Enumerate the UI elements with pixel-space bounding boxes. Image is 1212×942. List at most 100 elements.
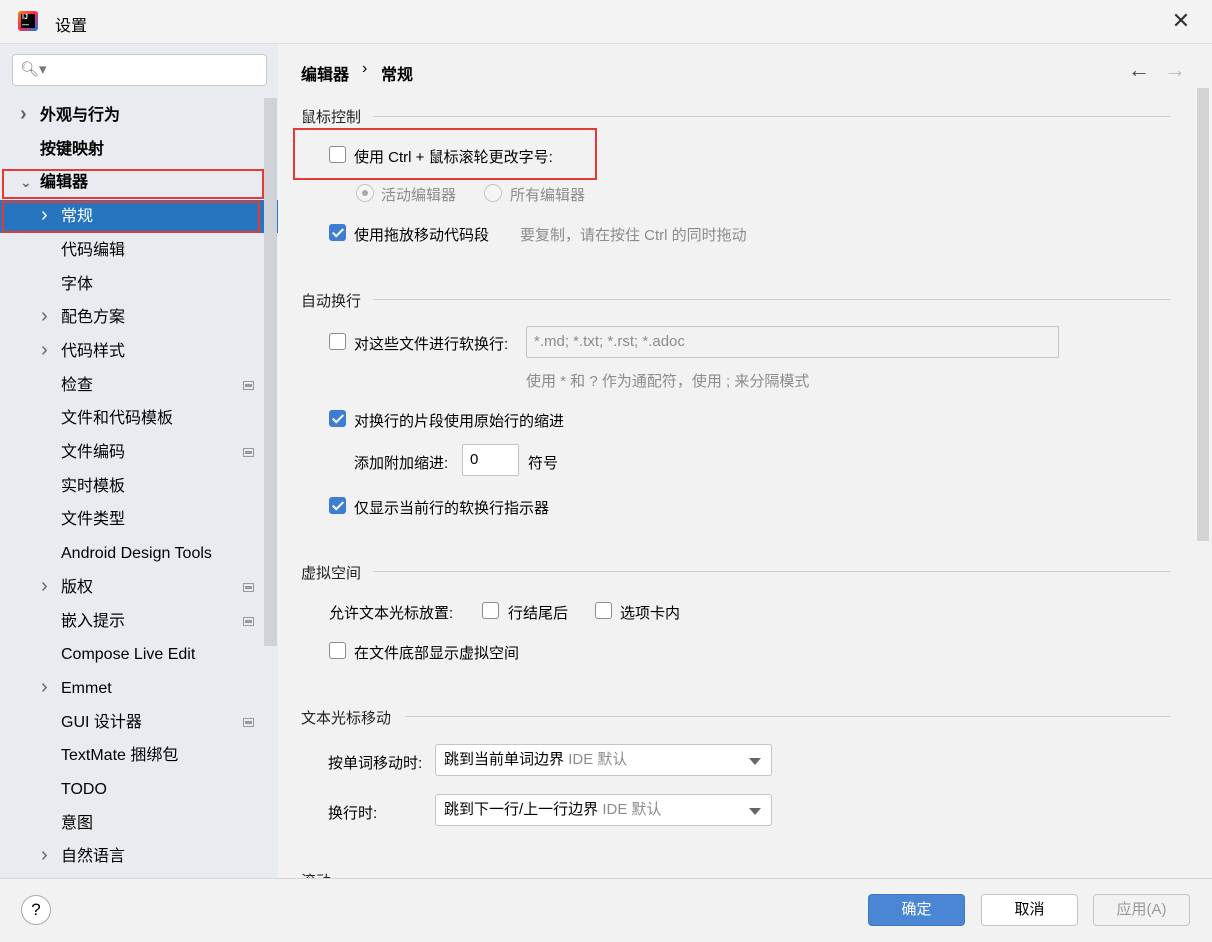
sidebar-item-label: 外观与行为: [40, 107, 121, 124]
radio-active-label: 活动编辑器: [381, 187, 457, 204]
project-scope-icon: [243, 448, 254, 457]
cancel-button[interactable]: 取消: [981, 894, 1078, 926]
sidebar-item-label: 代码样式: [61, 342, 126, 360]
window-title: 设置: [55, 18, 88, 35]
sidebar-item[interactable]: 按键映射: [0, 133, 264, 166]
show-bottom-label: 在文件底部显示虚拟空间: [354, 645, 520, 662]
chevron-right-icon[interactable]: ›: [41, 200, 48, 231]
drag-drop-label: 使用拖放移动代码段: [354, 227, 490, 244]
sidebar-item[interactable]: › 配色方案: [0, 301, 264, 334]
word-move-select[interactable]: 跳到当前单词边界 IDE 默认: [435, 744, 772, 776]
main-scrollbar[interactable]: [1197, 88, 1209, 541]
sidebar-item-label: 文件和代码模板: [61, 410, 174, 428]
close-icon[interactable]: ✕: [1168, 8, 1194, 34]
divider: [405, 716, 1170, 717]
sidebar-item-label: 配色方案: [61, 309, 126, 327]
sidebar-item[interactable]: › 外观与行为: [0, 99, 264, 132]
section-title-softwrap: 自动换行: [301, 293, 362, 310]
radio-all-editors[interactable]: [484, 184, 502, 202]
sidebar-item-label: 检查: [61, 376, 94, 394]
soft-wrap-files-checkbox[interactable]: [329, 333, 346, 350]
original-indent-checkbox[interactable]: [329, 410, 346, 427]
chevron-down-icon[interactable]: ⌄: [20, 166, 32, 199]
original-indent-label: 对换行的片段使用原始行的缩进: [354, 413, 565, 430]
sidebar-item[interactable]: 文件编码: [0, 436, 264, 469]
forward-arrow-icon[interactable]: →: [1164, 57, 1186, 83]
sidebar-item-label: 文件编码: [61, 444, 126, 461]
sidebar-item-label: 嵌入提示: [61, 612, 126, 630]
chevron-right-icon[interactable]: ›: [41, 301, 48, 332]
sidebar-item-label: 常规: [61, 208, 94, 226]
sidebar-item-label: 版权: [61, 578, 94, 596]
extra-indent-input[interactable]: 0: [462, 444, 519, 476]
sidebar-item[interactable]: Compose Live Edit: [0, 638, 264, 671]
sidebar-item[interactable]: GUI 设计器: [0, 706, 264, 739]
end-of-line-label: 行结尾后: [508, 605, 569, 622]
search-icon: 🔍︎▾: [20, 61, 47, 78]
soft-wrap-files-input[interactable]: *.md; *.txt; *.rst; *.adoc: [526, 326, 1059, 358]
breadcrumb-parent[interactable]: 编辑器: [301, 61, 349, 85]
line-move-select[interactable]: 跳到下一行/上一行边界 IDE 默认: [435, 794, 772, 826]
drag-drop-checkbox[interactable]: [329, 224, 346, 241]
sidebar-item-label: GUI 设计器: [61, 713, 142, 731]
chevron-right-icon[interactable]: ›: [20, 99, 27, 130]
sidebar-item[interactable]: 嵌入提示: [0, 605, 264, 638]
dropdown-arrow-icon: [749, 808, 761, 815]
sidebar-item[interactable]: › 版权: [0, 571, 264, 604]
sidebar-item-label: 字体: [61, 275, 94, 293]
chevron-right-icon[interactable]: ›: [41, 571, 48, 602]
search-input[interactable]: 🔍︎▾: [12, 54, 267, 86]
intellij-logo-icon: IJ —: [18, 11, 38, 31]
sidebar-item[interactable]: 文件和代码模板: [0, 402, 264, 435]
sidebar-item[interactable]: 检查: [0, 369, 264, 402]
chevron-right-icon[interactable]: ›: [41, 335, 48, 366]
sidebar-item-label: Emmet: [61, 679, 112, 697]
end-of-line-checkbox[interactable]: [482, 602, 499, 619]
sidebar-item-label: 实时模板: [61, 477, 126, 495]
ctrl-wheel-checkbox[interactable]: [329, 146, 346, 163]
radio-all-label: 所有编辑器: [510, 187, 586, 204]
sidebar-item-label: 文件类型: [61, 511, 126, 529]
breadcrumb-current: 常规: [381, 67, 414, 84]
inside-tabs-label: 选项卡内: [620, 605, 681, 622]
inside-tabs-checkbox[interactable]: [595, 602, 612, 619]
chevron-right-icon[interactable]: ›: [41, 840, 48, 871]
sidebar-item[interactable]: Android Design Tools: [0, 537, 264, 570]
soft-wrap-files-label: 对这些文件进行软换行:: [354, 336, 509, 353]
sidebar-item-label: 编辑器: [40, 174, 89, 192]
sidebar-item[interactable]: 实时模板: [0, 470, 264, 503]
sidebar-item[interactable]: TODO: [0, 773, 264, 806]
show-bottom-checkbox[interactable]: [329, 642, 346, 659]
sidebar-item[interactable]: 字体: [0, 268, 264, 301]
line-move-default-hint: IDE 默认: [602, 801, 662, 818]
current-line-only-checkbox[interactable]: [329, 497, 346, 514]
sidebar-item-label: Android Design Tools: [61, 545, 212, 563]
sidebar-item[interactable]: TextMate 捆绑包: [0, 739, 264, 772]
apply-button[interactable]: 应用(A): [1093, 894, 1190, 926]
sidebar-item[interactable]: › 代码样式: [0, 335, 264, 368]
line-move-label: 换行时:: [328, 805, 378, 822]
chevron-right-icon[interactable]: ›: [41, 672, 48, 703]
sidebar-item[interactable]: ⌄ 编辑器: [0, 166, 264, 199]
sidebar-item-label: 按键映射: [40, 140, 105, 158]
allow-caret-label: 允许文本光标放置:: [329, 605, 454, 622]
sidebar-item-label: 代码编辑: [61, 241, 126, 259]
drag-drop-hint: 要复制，请在按住 Ctrl 的同时拖动: [520, 227, 747, 244]
sidebar-item[interactable]: › Emmet: [0, 672, 264, 705]
divider: [373, 116, 1170, 117]
help-button[interactable]: ?: [21, 895, 51, 925]
sidebar-item[interactable]: › 常规: [0, 200, 278, 234]
radio-active-editor[interactable]: [356, 184, 374, 202]
sidebar-item[interactable]: 文件类型: [0, 503, 264, 536]
sidebar-scrollbar[interactable]: [264, 98, 277, 646]
soft-wrap-hint: 使用 * 和 ? 作为通配符，使用 ; 来分隔模式: [526, 373, 810, 390]
sidebar-item[interactable]: 意图: [0, 807, 264, 840]
word-move-value: 跳到当前单词边界: [444, 751, 565, 768]
title-bar: [0, 0, 1212, 44]
ok-button[interactable]: 确定: [868, 894, 965, 926]
back-arrow-icon[interactable]: ←: [1128, 57, 1150, 83]
project-scope-icon: [243, 380, 254, 390]
sidebar-item[interactable]: › 自然语言: [0, 840, 264, 873]
ctrl-wheel-label: 使用 Ctrl + 鼠标滚轮更改字号:: [354, 149, 553, 166]
sidebar-item[interactable]: 代码编辑: [0, 234, 264, 267]
